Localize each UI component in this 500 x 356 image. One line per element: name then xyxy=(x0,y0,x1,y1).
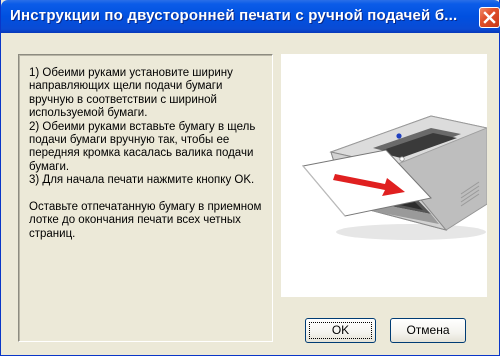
ok-button[interactable]: OK xyxy=(305,318,376,343)
title-bar[interactable]: Инструкции по двусторонней печати с ручн… xyxy=(1,0,500,33)
instructions-text: 1) Обеими руками установите ширину напра… xyxy=(29,67,267,241)
instruction-step-2: 2) Обеими руками вставьте бумагу в щель … xyxy=(29,120,256,173)
instruction-note: Оставьте отпечатанную бумагу в приемном … xyxy=(29,201,262,240)
instruction-step-1: 1) Обеими руками установите ширину напра… xyxy=(29,67,233,120)
printer-illustration xyxy=(281,54,489,297)
instruction-step-3: 3) Для начала печати нажмите кнопку OK. xyxy=(29,174,255,187)
focus-rect xyxy=(309,322,372,339)
instructions-panel: 1) Обеими руками установите ширину напра… xyxy=(18,54,273,342)
cancel-button[interactable]: Отмена xyxy=(390,318,466,343)
manual-duplex-dialog: Инструкции по двусторонней печати с ручн… xyxy=(0,0,500,356)
close-icon xyxy=(483,11,496,24)
close-button[interactable] xyxy=(479,7,500,28)
printer-image xyxy=(302,115,489,240)
cancel-button-label: Отмена xyxy=(406,323,450,337)
window-title: Инструкции по двусторонней печати с ручн… xyxy=(10,7,458,24)
